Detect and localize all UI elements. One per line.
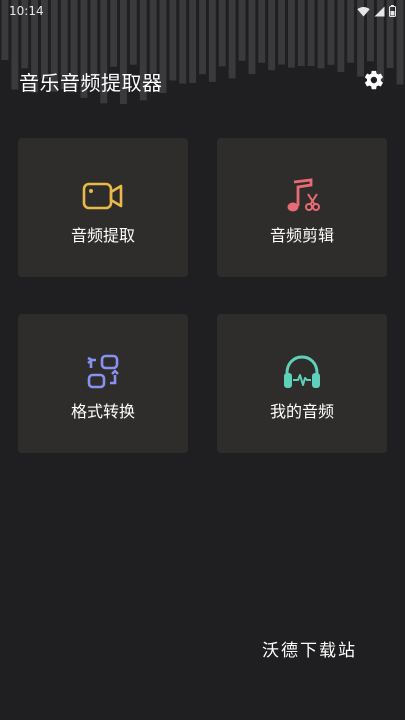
music-scissors-icon bbox=[287, 178, 320, 212]
status-icons bbox=[357, 5, 396, 17]
extract-audio-card[interactable]: 音频提取 bbox=[18, 138, 188, 277]
status-bar: 10:14 bbox=[0, 0, 405, 22]
card-label: 音频剪辑 bbox=[269, 226, 334, 245]
video-camera-icon bbox=[82, 182, 123, 210]
app-header: 音乐音频提取器 bbox=[0, 62, 405, 100]
gear-icon[interactable] bbox=[363, 69, 385, 91]
status-time: 10:14 bbox=[9, 4, 44, 18]
page-title: 音乐音频提取器 bbox=[19, 71, 163, 95]
card-label: 音频提取 bbox=[70, 226, 135, 245]
watermark-text: 沃德下载站 bbox=[262, 641, 357, 661]
card-label: 格式转换 bbox=[70, 402, 135, 421]
format-convert-card[interactable]: 格式转换 bbox=[18, 314, 188, 453]
wifi-icon bbox=[357, 6, 370, 16]
headphones-icon bbox=[284, 355, 320, 388]
battery-icon bbox=[389, 5, 396, 17]
format-convert-icon bbox=[87, 354, 119, 389]
my-audio-card[interactable]: 我的音频 bbox=[217, 314, 387, 453]
signal-icon bbox=[374, 6, 385, 16]
edit-audio-card[interactable]: 音频剪辑 bbox=[217, 138, 387, 277]
card-label: 我的音频 bbox=[269, 402, 334, 421]
